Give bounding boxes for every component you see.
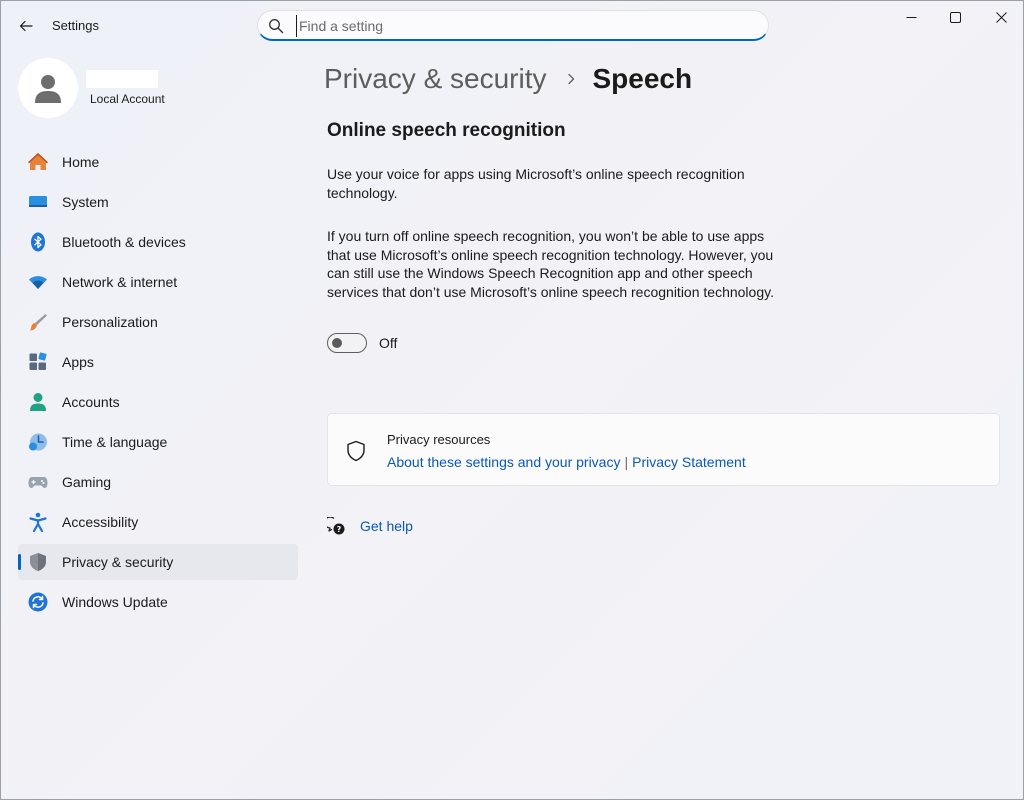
search-box[interactable] (257, 10, 769, 41)
user-avatar-icon (35, 75, 61, 103)
privacy-statement-link[interactable]: Privacy Statement (632, 454, 746, 470)
sidebar-item-label: Privacy & security (62, 554, 174, 570)
back-button[interactable] (13, 13, 39, 39)
chevron-right-icon (567, 73, 574, 85)
sidebar-item-label: System (62, 194, 109, 210)
sidebar-item-label: Apps (62, 354, 94, 370)
wifi-icon (29, 276, 47, 289)
system-icon (29, 196, 47, 207)
profile-account-type: Local Account (90, 92, 165, 106)
link-separator: | (624, 454, 629, 470)
get-help-label: Get help (360, 518, 413, 534)
sidebar-item-label: Network & internet (62, 274, 178, 290)
accessibility-icon (29, 512, 47, 532)
toggle-knob (332, 338, 342, 348)
sidebar-item-label: Home (62, 154, 100, 170)
back-arrow-icon (19, 20, 33, 32)
sidebar-item-personalization[interactable]: Personalization (18, 304, 298, 340)
warning-text: If you turn off online speech recognitio… (327, 228, 774, 300)
settings-window: Settings Find a setting Local Account Ho… (0, 0, 1024, 800)
sidebar-item-home[interactable]: Home (18, 144, 298, 180)
close-button[interactable] (978, 1, 1024, 33)
title-bar: Settings (1, 1, 1023, 49)
avatar[interactable] (18, 58, 78, 118)
search-icon (269, 19, 284, 34)
bluetooth-icon (31, 232, 45, 252)
profile-name (86, 70, 158, 88)
speech-recognition-toggle[interactable] (327, 333, 367, 353)
privacy-resources-links: About these settings and your privacy | … (387, 454, 746, 470)
toggle-state-label: Off (379, 335, 398, 351)
sidebar-item-windows-update[interactable]: Windows Update (18, 584, 298, 620)
about-settings-privacy-link[interactable]: About these settings and your privacy (387, 454, 620, 470)
sidebar-item-apps[interactable]: Apps (18, 344, 298, 380)
minimize-icon (906, 16, 916, 18)
sidebar-item-label: Personalization (62, 314, 158, 330)
sidebar-item-gaming[interactable]: Gaming (18, 464, 298, 500)
minimize-button[interactable] (888, 1, 934, 33)
breadcrumb-parent-link[interactable]: Privacy & security (324, 63, 547, 95)
sidebar-item-bluetooth[interactable]: Bluetooth & devices (18, 224, 298, 260)
shield-icon (30, 553, 46, 571)
search-input[interactable] (296, 15, 756, 37)
svg-text:?: ? (337, 525, 342, 534)
gamepad-icon (28, 477, 48, 488)
privacy-resources-card: Privacy resources About these settings a… (327, 413, 1000, 486)
close-icon (995, 11, 1007, 23)
speech-recognition-toggle-row: Off (327, 332, 397, 354)
sidebar-item-label: Accounts (62, 394, 120, 410)
sidebar-item-system[interactable]: System (18, 184, 298, 220)
description-text: Use your voice for apps using Microsoft’… (327, 166, 745, 201)
page-title: Speech (592, 63, 693, 94)
brush-icon (30, 314, 47, 331)
shield-outline-icon (347, 440, 365, 462)
sidebar-item-label: Windows Update (62, 594, 168, 610)
sidebar-item-accounts[interactable]: Accounts (18, 384, 298, 420)
time-language-icon (29, 433, 47, 451)
sidebar-item-label: Accessibility (62, 514, 139, 530)
sidebar-nav: Home System Bluetooth & devices Network … (18, 144, 298, 624)
maximize-icon (949, 11, 961, 23)
app-title: Settings (52, 18, 99, 33)
home-icon (28, 152, 48, 170)
sidebar-item-accessibility[interactable]: Accessibility (18, 504, 298, 540)
sidebar-item-label: Time & language (62, 434, 168, 450)
accounts-icon (30, 393, 46, 411)
sidebar-item-network[interactable]: Network & internet (18, 264, 298, 300)
help-chat-icon: ? (327, 517, 345, 535)
apps-icon (29, 352, 47, 370)
update-icon (28, 592, 48, 612)
breadcrumb: Privacy & security Speech (324, 59, 692, 99)
privacy-resources-title: Privacy resources (387, 432, 491, 447)
maximize-button[interactable] (932, 1, 978, 33)
sidebar-item-label: Gaming (62, 474, 112, 490)
section-title: Online speech recognition (327, 120, 566, 141)
sidebar-item-time-language[interactable]: Time & language (18, 424, 298, 460)
get-help-link[interactable]: ? Get help (327, 517, 413, 535)
sidebar-item-label: Bluetooth & devices (62, 234, 186, 250)
sidebar-item-privacy-security[interactable]: Privacy & security (18, 544, 298, 580)
